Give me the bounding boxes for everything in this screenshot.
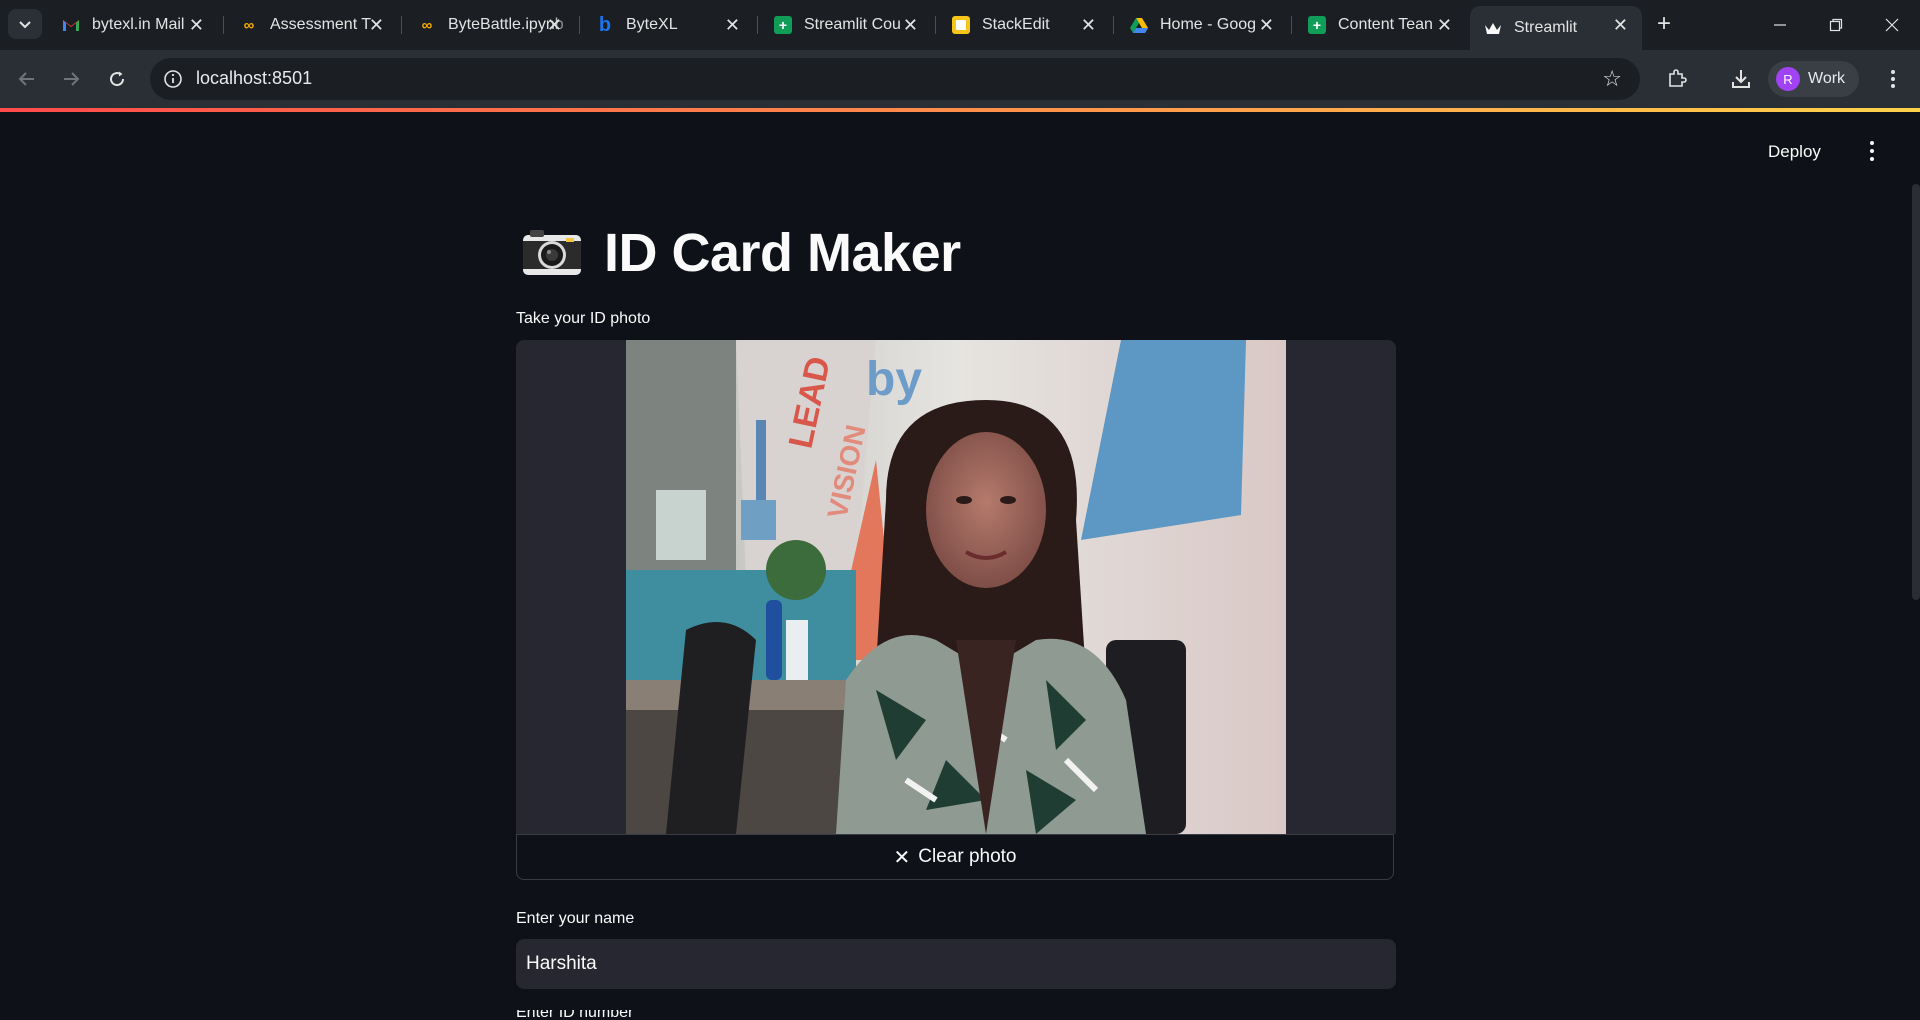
profile-button[interactable]: R Work xyxy=(1768,61,1860,97)
profile-label: Work xyxy=(1808,70,1846,87)
sheets-icon: + xyxy=(1308,16,1326,34)
restore-button[interactable] xyxy=(1808,0,1864,50)
tab-divider xyxy=(757,16,758,34)
tab-strip: bytexl.in Mail ✕ ∞ Assessment T ✕ ∞ Byte… xyxy=(0,0,1920,50)
close-icon[interactable]: ✕ xyxy=(369,16,384,34)
tab-google-drive[interactable]: Home - Goog ✕ xyxy=(1116,6,1288,44)
tab-divider xyxy=(935,16,936,34)
tab-divider xyxy=(579,16,580,34)
restore-icon xyxy=(1829,18,1843,32)
reload-button[interactable] xyxy=(102,64,132,94)
forward-button[interactable] xyxy=(56,64,86,94)
drive-icon xyxy=(1130,16,1148,34)
more-vertical-icon xyxy=(1870,157,1874,161)
gmail-icon xyxy=(62,16,80,34)
close-icon xyxy=(1885,18,1899,32)
browser-menu-button[interactable] xyxy=(1878,64,1908,94)
close-icon[interactable]: ✕ xyxy=(547,16,562,34)
tab-divider xyxy=(401,16,402,34)
tab-gmail[interactable]: bytexl.in Mail ✕ xyxy=(48,6,218,44)
arrow-right-icon xyxy=(64,72,80,86)
close-icon: ✕ xyxy=(893,846,911,869)
colab-icon: ∞ xyxy=(421,16,433,34)
close-icon[interactable]: ✕ xyxy=(725,16,740,34)
camera-input-label: Take your ID photo xyxy=(516,310,651,327)
tab-search-button[interactable] xyxy=(8,9,42,39)
close-icon[interactable]: ✕ xyxy=(189,16,204,34)
download-icon xyxy=(1732,70,1750,88)
more-vertical-icon xyxy=(1870,141,1874,145)
tab-stackedit[interactable]: StackEdit ✕ xyxy=(938,6,1110,44)
stackedit-icon xyxy=(952,16,970,34)
close-icon[interactable]: ✕ xyxy=(1081,16,1096,34)
app-menu-button[interactable] xyxy=(1862,136,1882,166)
svg-text:by: by xyxy=(866,353,922,406)
camera-icon xyxy=(523,230,581,275)
chevron-down-icon xyxy=(19,21,31,29)
tab-assessment[interactable]: ∞ Assessment T ✕ xyxy=(226,6,398,44)
sheets-icon: + xyxy=(774,16,792,34)
tab-streamlit[interactable]: Streamlit ✕ xyxy=(1470,6,1642,50)
scrollbar[interactable] xyxy=(1912,184,1920,600)
bytexl-icon: b xyxy=(598,13,612,36)
minimize-button[interactable] xyxy=(1752,0,1808,50)
page-title: ID Card Maker xyxy=(604,223,961,283)
tab-content-team[interactable]: + Content Tean ✕ xyxy=(1294,6,1466,44)
close-icon[interactable]: ✕ xyxy=(1613,16,1628,34)
back-button[interactable] xyxy=(12,64,42,94)
plus-icon: + xyxy=(1656,10,1671,37)
streamlit-icon xyxy=(1484,19,1502,37)
close-icon[interactable]: ✕ xyxy=(1259,16,1274,34)
tab-divider xyxy=(223,16,224,34)
reload-icon xyxy=(110,71,125,87)
minimize-icon xyxy=(1774,24,1786,26)
bookmark-star-icon[interactable]: ☆ xyxy=(1602,66,1622,92)
url-text[interactable]: localhost:8501 xyxy=(196,68,312,89)
close-window-button[interactable] xyxy=(1864,0,1920,50)
avatar: R xyxy=(1776,67,1800,91)
tab-bytexl[interactable]: b ByteXL ✕ xyxy=(582,6,754,44)
arrow-left-icon xyxy=(18,72,34,86)
more-vertical-icon xyxy=(1870,149,1874,153)
close-icon[interactable]: ✕ xyxy=(903,16,918,34)
tab-streamlit-course[interactable]: + Streamlit Cou ✕ xyxy=(760,6,932,44)
tab-divider xyxy=(1291,16,1292,34)
site-info-icon[interactable] xyxy=(162,68,184,90)
deploy-button[interactable]: Deploy xyxy=(1768,142,1821,162)
colab-icon: ∞ xyxy=(243,16,255,34)
extensions-button[interactable] xyxy=(1662,64,1692,94)
more-vertical-icon xyxy=(1891,70,1895,88)
name-input-label: Enter your name xyxy=(516,910,635,927)
downloads-button[interactable] xyxy=(1726,64,1756,94)
streamlit-app: Deploy ID Card Maker Take your ID photo xyxy=(0,112,1920,1020)
id-number-label: Enter ID number xyxy=(516,1010,634,1020)
name-input-value[interactable]: Harshita xyxy=(526,953,597,975)
new-tab-button[interactable]: + xyxy=(1650,10,1678,38)
tab-divider xyxy=(1113,16,1114,34)
title-row: ID Card Maker xyxy=(522,222,961,284)
camera-input[interactable]: LEAD VISION by xyxy=(516,340,1396,834)
clear-photo-button[interactable]: ✕ Clear photo xyxy=(516,834,1394,880)
clear-photo-label: Clear photo xyxy=(918,846,1017,867)
puzzle-icon xyxy=(1669,69,1687,87)
captured-photo: LEAD VISION by xyxy=(626,340,1286,834)
tab-bytebattle[interactable]: ∞ ByteBattle.ipynb ✕ xyxy=(404,6,576,44)
name-input[interactable]: Harshita xyxy=(516,939,1396,989)
address-bar[interactable]: localhost:8501 ☆ xyxy=(150,58,1640,100)
close-icon[interactable]: ✕ xyxy=(1437,16,1452,34)
browser-toolbar: localhost:8501 ☆ R Work xyxy=(0,50,1920,108)
